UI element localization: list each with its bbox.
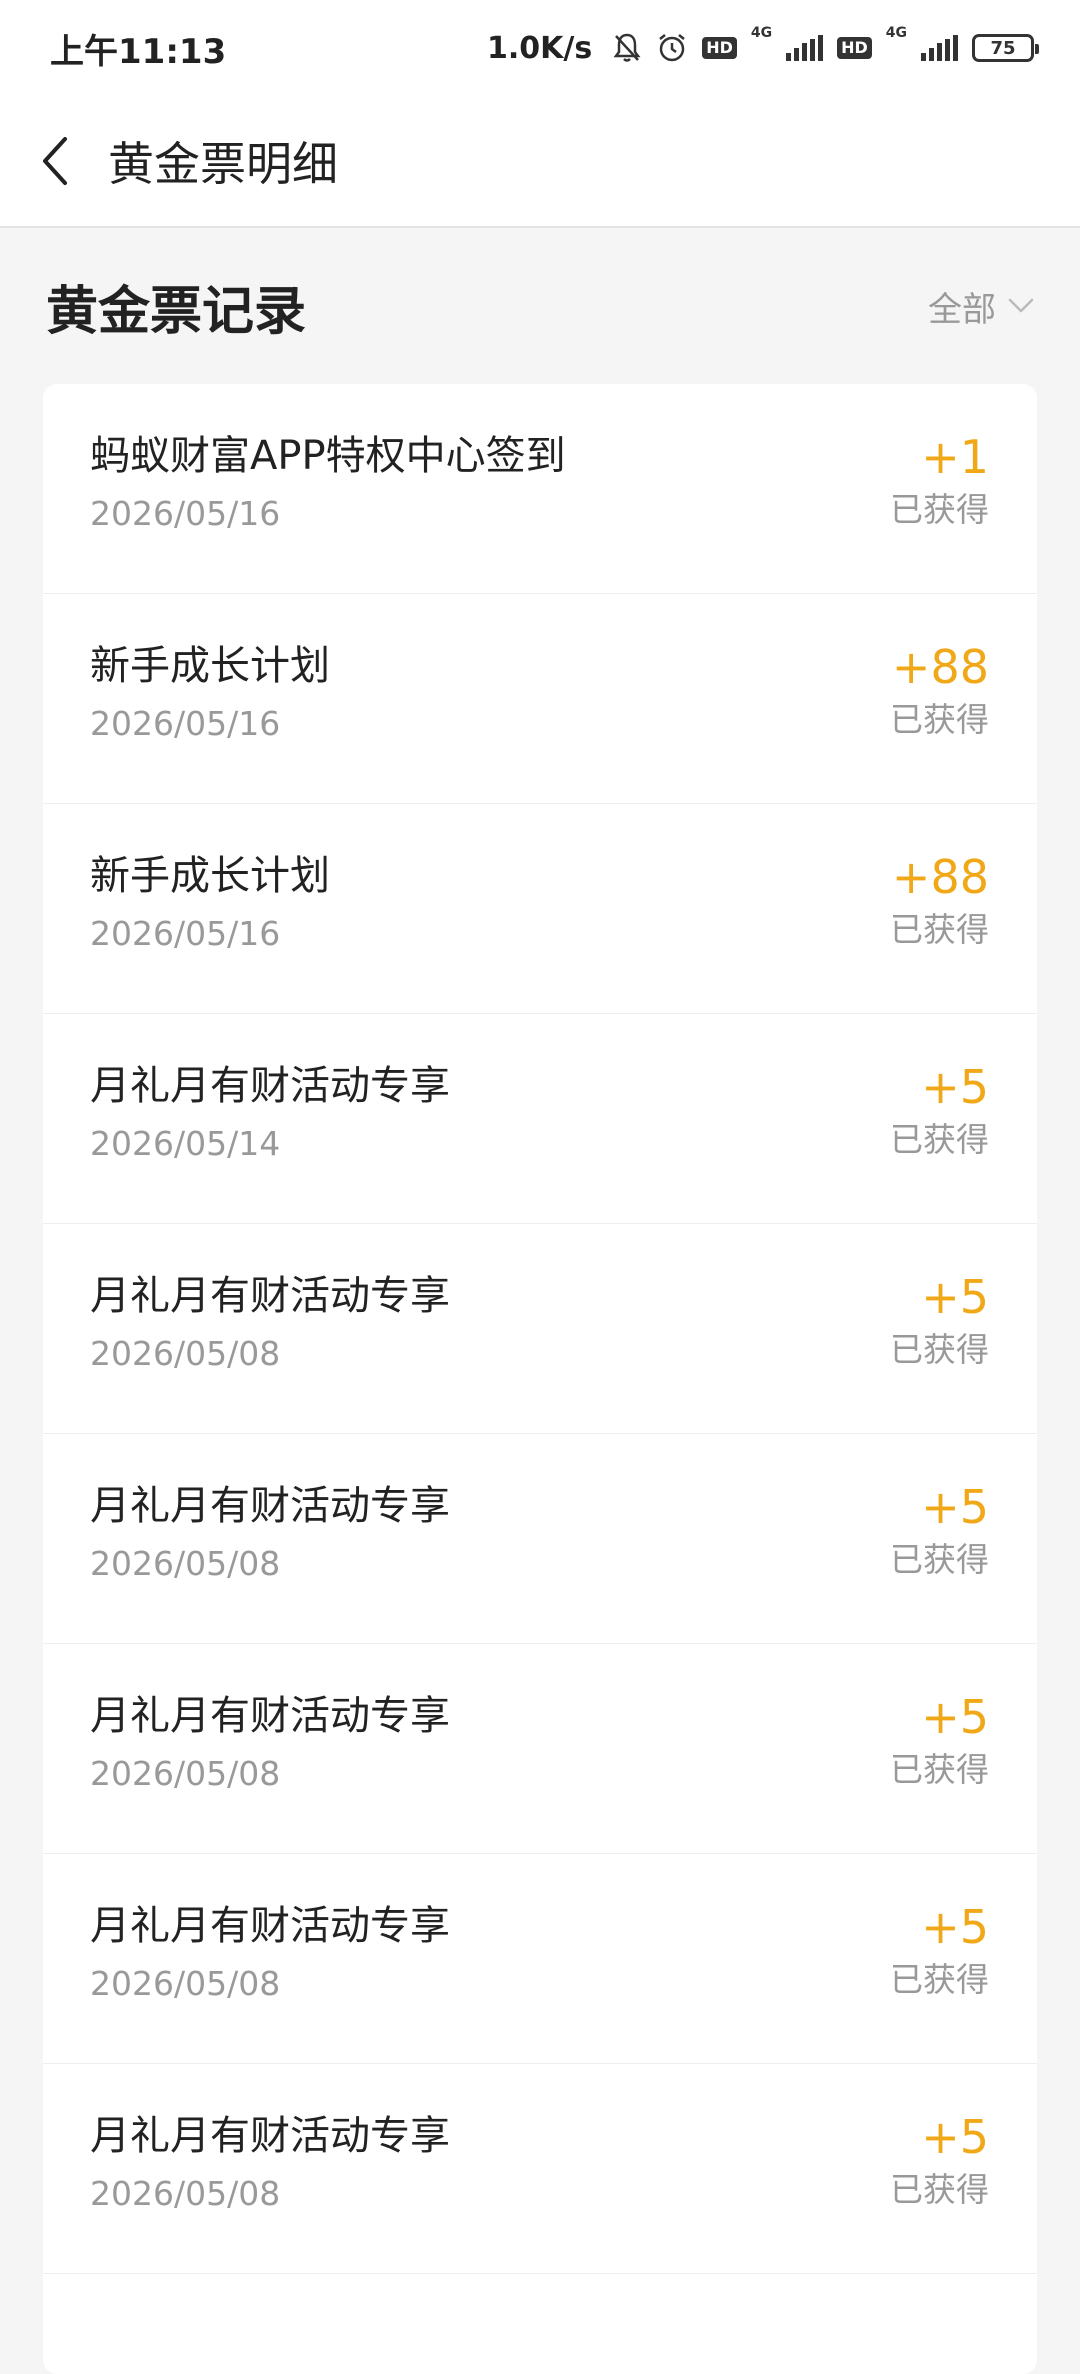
list-item[interactable]: 月礼月有财活动专享 2026/05/08 +5 已获得 — [43, 1224, 1037, 1434]
record-amount: +1 — [921, 430, 989, 484]
record-status: 已获得 — [890, 910, 989, 949]
record-title: 月礼月有财活动专享 — [90, 2113, 450, 2159]
status-icons: 1.0K/s HD 4G HD 4G 75 — [486, 25, 1039, 66]
record-title: 月礼月有财活动专享 — [90, 1903, 450, 1949]
record-amount: +5 — [921, 1060, 989, 1114]
filter-dropdown[interactable]: 全部 — [928, 282, 1034, 331]
nav-bar: 黄金票明细 — [0, 96, 1080, 228]
bell-off-icon — [612, 32, 642, 64]
record-title: 新手成长计划 — [90, 643, 330, 689]
list-item[interactable]: 月礼月有财活动专享 2026/05/08 +5 已获得 — [43, 1644, 1037, 1854]
record-title: 新手成长计划 — [90, 853, 330, 899]
record-title: 月礼月有财活动专享 — [90, 1693, 450, 1739]
status-time: 上午11:13 — [50, 31, 227, 72]
net-speed: 1.0K/s — [486, 30, 593, 66]
record-amount: +88 — [891, 640, 989, 694]
record-status: 已获得 — [890, 2170, 989, 2209]
section-header: 黄金票记录 全部 — [0, 228, 1080, 384]
back-button[interactable] — [0, 95, 108, 227]
record-title: 蚂蚁财富APP特权中心签到 — [90, 433, 566, 479]
list-item[interactable]: 月礼月有财活动专享 2026/05/08 +5 已获得 — [43, 1434, 1037, 1644]
record-date: 2026/05/16 — [90, 704, 281, 743]
battery-level: 75 — [990, 37, 1016, 59]
record-status: 已获得 — [890, 1960, 989, 1999]
list-item[interactable]: 新手成长计划 2026/05/16 +88 已获得 — [43, 594, 1037, 804]
filter-label: 全部 — [928, 289, 996, 330]
network-label: 4G — [885, 24, 907, 41]
list-item[interactable]: 月礼月有财活动专享 2026/05/08 +5 已获得 — [43, 1854, 1037, 2064]
record-amount: +5 — [921, 1690, 989, 1744]
record-status: 已获得 — [890, 1750, 989, 1789]
list-item[interactable]: 月礼月有财活动专享 2026/05/08 +5 已获得 — [43, 2064, 1037, 2274]
list-item[interactable]: 蚂蚁财富APP特权中心签到 2026/05/16 +1 已获得 — [43, 384, 1037, 594]
record-title: 月礼月有财活动专享 — [90, 1483, 450, 1529]
record-date: 2026/05/16 — [90, 914, 281, 953]
record-status: 已获得 — [890, 490, 989, 529]
record-date: 2026/05/08 — [90, 1544, 281, 1583]
record-date: 2026/05/16 — [90, 494, 281, 533]
status-bar: 上午11:13 1.0K/s HD 4G HD 4G 75 — [0, 0, 1080, 96]
chevron-left-icon — [43, 137, 67, 185]
record-status: 已获得 — [890, 700, 989, 739]
record-date: 2026/05/08 — [90, 2174, 281, 2213]
record-title: 月礼月有财活动专享 — [90, 1273, 450, 1319]
record-status: 已获得 — [890, 1330, 989, 1369]
records-list: 蚂蚁财富APP特权中心签到 2026/05/16 +1 已获得 新手成长计划 2… — [43, 384, 1037, 2374]
record-date: 2026/05/08 — [90, 1964, 281, 2003]
record-status: 已获得 — [890, 1120, 989, 1159]
battery-icon: 75 — [972, 34, 1039, 62]
record-date: 2026/05/08 — [90, 1334, 281, 1373]
hd-icon: HD — [702, 37, 737, 59]
record-status: 已获得 — [890, 1540, 989, 1579]
record-amount: +5 — [921, 1270, 989, 1324]
chevron-down-icon — [1008, 298, 1034, 313]
record-amount: +5 — [921, 1480, 989, 1534]
list-item[interactable]: 新手成长计划 2026/05/16 +88 已获得 — [43, 804, 1037, 1014]
hd-icon: HD — [837, 37, 872, 59]
record-amount: +5 — [921, 2110, 989, 2164]
alarm-icon — [656, 32, 688, 64]
section-title: 黄金票记录 — [46, 281, 307, 342]
record-date: 2026/05/14 — [90, 1124, 281, 1163]
list-item[interactable]: 月礼月有财活动专享 2026/05/14 +5 已获得 — [43, 1014, 1037, 1224]
record-amount: +88 — [891, 850, 989, 904]
network-label: 4G — [750, 24, 773, 41]
signal-4g-icon — [921, 35, 958, 61]
record-amount: +5 — [921, 1900, 989, 1954]
record-date: 2026/05/08 — [90, 1754, 281, 1793]
record-title: 月礼月有财活动专享 — [90, 1063, 450, 1109]
page-title: 黄金票明细 — [108, 137, 338, 191]
signal-4g-icon — [786, 35, 824, 61]
